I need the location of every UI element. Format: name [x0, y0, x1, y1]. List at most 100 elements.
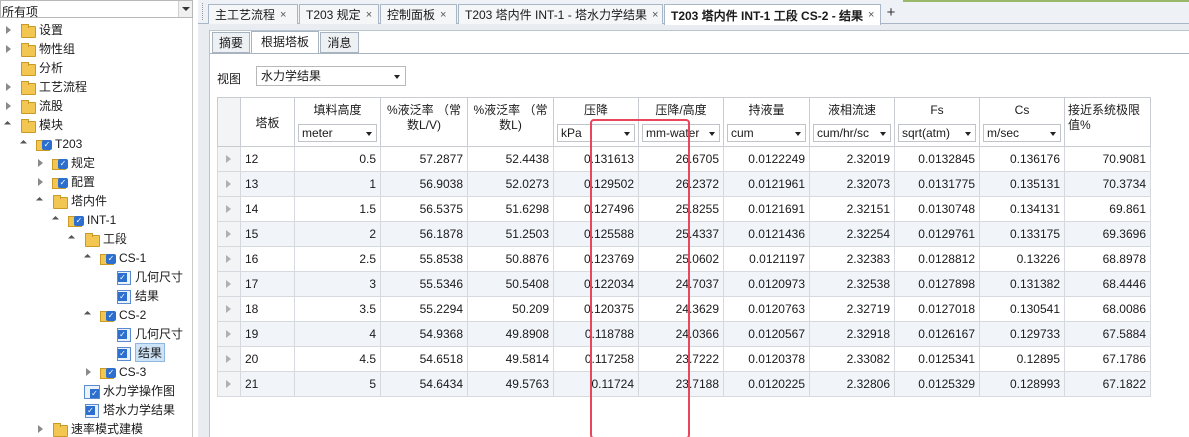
- expand-arrow-icon[interactable]: [4, 25, 14, 35]
- table-row[interactable]: 14 1.5 56.5375 51.6298 0.127496 25.8255 0.0121…: [217, 196, 1151, 222]
- doc-tab-tray-hydraulics[interactable]: T203 塔内件 INT-1 - 塔水力学结果 ×: [458, 4, 663, 24]
- tree-node[interactable]: 流股: [4, 96, 63, 115]
- tree-node[interactable]: 结果: [100, 286, 159, 305]
- expand-arrow-icon[interactable]: [4, 44, 14, 54]
- row-selector[interactable]: [217, 146, 241, 172]
- table-row[interactable]: 13 1 56.9038 52.0273 0.129502 26.2372 0.012196…: [217, 171, 1151, 197]
- doc-tab-main-flowsheet[interactable]: 主工艺流程 ×: [208, 4, 298, 24]
- close-icon[interactable]: ×: [280, 9, 286, 21]
- expand-arrow-icon[interactable]: [36, 158, 46, 168]
- table-row[interactable]: 19 4 54.9368 49.8908 0.118788 24.0366 0.012056…: [217, 321, 1151, 347]
- tab-messages[interactable]: 消息: [320, 32, 359, 53]
- tree-node[interactable]: 分析: [4, 58, 63, 77]
- table-cell: 0.13226: [979, 246, 1065, 272]
- tree-node[interactable]: 工段: [68, 229, 127, 248]
- table-row[interactable]: 18 3.5 55.2294 50.209 0.120375 24.3629 0.01207…: [217, 296, 1151, 322]
- expand-arrow-icon[interactable]: [84, 367, 94, 377]
- table-row[interactable]: 15 2 56.1878 51.2503 0.125588 25.4337 0.012143…: [217, 221, 1151, 247]
- close-icon[interactable]: ×: [652, 9, 658, 21]
- unit-select[interactable]: cum: [727, 124, 806, 142]
- unit-select[interactable]: cum/hr/sc: [813, 124, 891, 142]
- unit-select[interactable]: mm-water: [642, 124, 720, 142]
- tree-node[interactable]: 结果: [100, 343, 166, 362]
- collapse-arrow-icon[interactable]: [20, 139, 30, 149]
- unit-select[interactable]: m/sec: [983, 124, 1061, 142]
- tree-node[interactable]: 速率模式建模: [36, 419, 143, 437]
- table-cell: 16: [240, 246, 295, 272]
- tree-node[interactable]: 规定: [36, 153, 95, 172]
- tree-node[interactable]: CS-1: [84, 248, 146, 267]
- doc-tab-label: 主工艺流程: [215, 8, 276, 22]
- tab-summary[interactable]: 摘要: [212, 32, 250, 53]
- tree-node[interactable]: 模块: [4, 115, 63, 134]
- view-select[interactable]: 水力学结果: [256, 66, 406, 86]
- tree-node[interactable]: 几何尺寸: [100, 324, 183, 343]
- row-selector[interactable]: [217, 371, 241, 397]
- table-cell: 25.4337: [638, 221, 724, 247]
- tree-node[interactable]: 几何尺寸: [100, 267, 183, 286]
- expand-arrow-icon[interactable]: [4, 82, 14, 92]
- expand-arrow-icon[interactable]: [4, 101, 14, 111]
- row-selector[interactable]: [217, 221, 241, 247]
- collapse-arrow-icon[interactable]: [36, 196, 46, 206]
- close-icon[interactable]: ×: [366, 9, 372, 21]
- tree-node[interactable]: CS-2: [84, 305, 146, 324]
- table-cell: 0.131613: [553, 146, 639, 172]
- collapse-arrow-icon[interactable]: [84, 310, 94, 320]
- doc-tab-label: T203 塔内件 INT-1 工段 CS-2 - 结果: [671, 8, 864, 23]
- table-row[interactable]: 16 2.5 55.8538 50.8876 0.123769 25.0602 0.0121…: [217, 246, 1151, 272]
- collapse-arrow-icon[interactable]: [4, 120, 14, 130]
- app-window: 所有项 设置物性组分析工艺流程流股模块 T203 规定配置塔内件 INT-1 工段 CS-…: [0, 0, 1189, 437]
- unit-select[interactable]: kPa: [557, 124, 635, 142]
- row-selector[interactable]: [217, 196, 241, 222]
- grip-handle[interactable]: [202, 3, 206, 20]
- doc-tab-control-panel[interactable]: 控制面板 ×: [380, 4, 457, 24]
- tree-node-label: CS-2: [119, 307, 147, 322]
- row-selector[interactable]: [217, 346, 241, 372]
- navigator-pane: 所有项 设置物性组分析工艺流程流股模块 T203 规定配置塔内件 INT-1 工段 CS-…: [0, 0, 193, 437]
- tree-node[interactable]: 塔内件: [36, 191, 107, 210]
- table-row[interactable]: 21 5 54.6434 49.5763 0.11724 23.7188 0.0120225…: [217, 371, 1151, 397]
- column-header: %液泛率 （常数L/V): [380, 97, 468, 147]
- tree-node[interactable]: 塔水力学结果: [68, 400, 175, 419]
- tree-node[interactable]: 配置: [36, 172, 95, 191]
- doc-tab-cs2-results[interactable]: T203 塔内件 INT-1 工段 CS-2 - 结果 ×: [664, 4, 881, 25]
- row-selector[interactable]: [217, 171, 241, 197]
- doc-tab-t203-spec[interactable]: T203 规定 ×: [299, 4, 379, 24]
- table-cell: 0.129502: [553, 171, 639, 197]
- tree-node[interactable]: 物性组: [4, 39, 75, 58]
- tree-node[interactable]: 设置: [4, 20, 63, 39]
- unit-select[interactable]: meter: [298, 124, 377, 142]
- expand-arrow-icon[interactable]: [36, 424, 46, 434]
- table-row[interactable]: 12 0.5 57.2877 52.4438 0.131613 26.6705 0.0122…: [217, 146, 1151, 172]
- table-cell: 54.6434: [380, 371, 468, 397]
- collapse-arrow-icon[interactable]: [52, 215, 62, 225]
- chevron-down-icon[interactable]: [178, 1, 192, 17]
- expand-arrow-icon[interactable]: [36, 177, 46, 187]
- row-selector[interactable]: [217, 296, 241, 322]
- row-selector[interactable]: [217, 321, 241, 347]
- table-cell: 23.7188: [638, 371, 724, 397]
- tree-node[interactable]: INT-1: [52, 210, 116, 229]
- close-icon[interactable]: ×: [440, 9, 446, 21]
- tree-node[interactable]: CS-3: [84, 362, 146, 381]
- row-selector[interactable]: [217, 271, 241, 297]
- tree-node[interactable]: T203: [20, 134, 82, 153]
- close-icon[interactable]: ×: [868, 9, 874, 21]
- tree-node[interactable]: 工艺流程: [4, 77, 87, 96]
- table-row[interactable]: 17 3 55.5346 50.5408 0.122034 24.7037 0.012097…: [217, 271, 1151, 297]
- add-tab-icon[interactable]: +: [883, 5, 899, 21]
- row-selector[interactable]: [217, 246, 241, 272]
- collapse-arrow-icon[interactable]: [84, 253, 94, 263]
- tree-node-label: 工段: [103, 232, 128, 246]
- table-row[interactable]: 20 4.5 54.6518 49.5814 0.117258 23.7222 0.0120…: [217, 346, 1151, 372]
- folder-icon: [52, 422, 68, 437]
- tree-node[interactable]: 水力学操作图: [68, 381, 175, 400]
- folder-complete-icon: [52, 175, 68, 189]
- navigator-filter-dropdown[interactable]: 所有项: [0, 0, 193, 19]
- unit-select[interactable]: sqrt(atm): [898, 124, 976, 142]
- tab-by-tray[interactable]: 根据塔板: [251, 31, 319, 54]
- column-header: Cs m/sec: [979, 97, 1065, 147]
- table-cell: 2.32806: [809, 371, 895, 397]
- collapse-arrow-icon[interactable]: [68, 234, 78, 244]
